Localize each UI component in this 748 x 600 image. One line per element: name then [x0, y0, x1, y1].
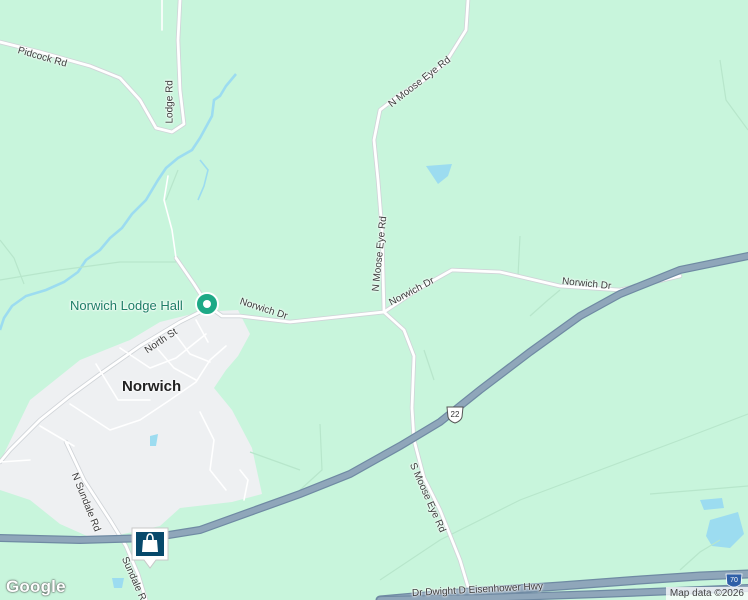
google-logo: Google: [6, 577, 66, 596]
pond: [700, 498, 724, 510]
map-canvas[interactable]: 22 70 Pidcock Rd Lodge Rd N Moose Eye Rd…: [0, 0, 748, 600]
pond: [426, 164, 452, 184]
pond: [112, 578, 124, 588]
attribution: Map data ©2026: [665, 587, 748, 600]
i70-shield: 70: [725, 573, 743, 588]
road-label-lodge: Lodge Rd: [164, 80, 176, 124]
shopping-marker[interactable]: [131, 527, 169, 569]
poi-label[interactable]: Norwich Lodge Hall: [70, 298, 183, 313]
town-area: [0, 310, 262, 540]
town-label: Norwich: [122, 378, 182, 395]
pond: [706, 512, 744, 548]
i70-shield-label: 70: [730, 577, 738, 584]
shopping-bag-icon: [136, 532, 164, 556]
us22-shield-label: 22: [451, 410, 460, 419]
stream-branch: [197, 159, 209, 201]
us22-shield: 22: [446, 406, 464, 424]
pin-icon[interactable]: [195, 292, 219, 316]
